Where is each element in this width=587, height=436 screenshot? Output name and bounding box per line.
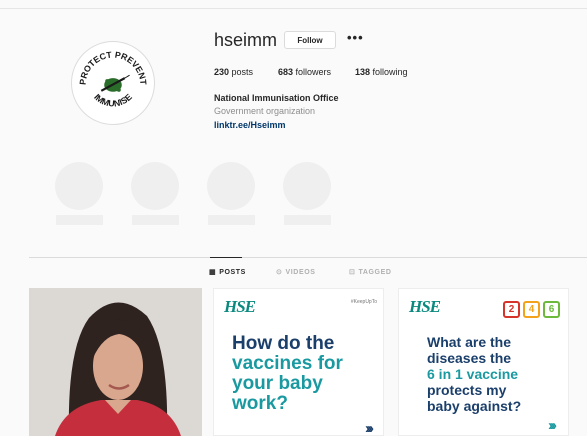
video-icon: ⊙ <box>276 269 283 276</box>
month-badge-4: 4 <box>523 301 540 318</box>
post-hashtag: #KeepUpTo <box>350 299 377 305</box>
highlight-label-placeholder <box>132 215 179 225</box>
active-tab-indicator <box>210 257 242 258</box>
month-badge-2: 2 <box>503 301 520 318</box>
highlight-label-placeholder <box>208 215 255 225</box>
tab-tagged[interactable]: ⊡ TAGGED <box>349 268 392 277</box>
chevron-right-icon: ››› <box>365 420 374 436</box>
month-badge-6: 6 <box>543 301 560 318</box>
protect-prevent-immunise-logo: PROTECT PREVENT IMMUNISE <box>72 42 154 124</box>
headline-line: work? <box>232 393 288 414</box>
highlight-label-placeholder <box>56 215 103 225</box>
highlight-label-placeholder <box>284 215 331 225</box>
tag-icon: ⊡ <box>349 269 356 276</box>
hse-logo: HSE <box>224 297 256 316</box>
tabs-divider <box>29 257 587 258</box>
highlight-placeholder[interactable] <box>55 162 103 210</box>
posts-count: 230 <box>214 67 230 77</box>
followers-stat[interactable]: 683 followers <box>278 67 331 77</box>
profile-link[interactable]: linktr.ee/Hseimm <box>214 120 286 130</box>
headline-line: baby against? <box>427 398 522 414</box>
post-thumbnail-6in1[interactable]: HSE 2 4 6 What are the diseases the 6 in… <box>398 288 569 436</box>
grid-icon: ▦ <box>209 269 217 276</box>
tab-posts-label: POSTS <box>219 268 246 276</box>
following-count: 138 <box>355 67 371 77</box>
profile-category: Government organization <box>214 106 316 116</box>
post-headline: What are the diseases the 6 in 1 vaccine… <box>427 334 521 414</box>
tab-posts[interactable]: ▦ POSTS <box>209 268 246 277</box>
post-thumbnail-vaccines[interactable]: HSE #KeepUpTo How do the vaccines for yo… <box>213 288 384 436</box>
profile-username: hseimm <box>214 30 278 50</box>
tab-tagged-label: TAGGED <box>358 268 392 276</box>
follow-button[interactable]: Follow <box>284 31 336 49</box>
month-badges: 2 4 6 <box>503 301 560 318</box>
hse-logo: HSE <box>409 297 441 316</box>
tab-videos[interactable]: ⊙ VIDEOS <box>276 268 316 277</box>
profile-full-name: National Immunisation Office <box>214 93 339 103</box>
highlight-placeholder[interactable] <box>131 162 179 210</box>
headline-line: your baby <box>232 373 323 394</box>
following-label: following <box>372 67 408 77</box>
portrait-photo <box>29 288 202 436</box>
chevron-right-icon: ››› <box>548 417 557 434</box>
following-stat[interactable]: 138 following <box>355 67 408 77</box>
posts-label: posts <box>231 67 254 77</box>
headline-line: 6 in 1 vaccine <box>427 366 519 382</box>
followers-label: followers <box>295 67 332 77</box>
profile-avatar[interactable]: PROTECT PREVENT IMMUNISE <box>71 41 155 125</box>
tab-videos-label: VIDEOS <box>285 268 316 276</box>
highlight-placeholder[interactable] <box>283 162 331 210</box>
post-thumbnail-photo[interactable] <box>29 288 202 436</box>
headline-line: vaccines for <box>232 353 343 374</box>
post-headline: How do the vaccines for your baby work? <box>232 334 343 414</box>
highlight-placeholder[interactable] <box>207 162 255 210</box>
headline-line: protects my <box>427 382 507 398</box>
headline-line: How do the <box>232 333 335 354</box>
headline-line: What are the <box>427 334 512 350</box>
more-options-icon[interactable]: ••• <box>347 30 364 45</box>
posts-count-stat: 230 posts <box>214 67 253 77</box>
headline-line: diseases the <box>427 350 512 366</box>
followers-count: 683 <box>278 67 294 77</box>
top-divider <box>0 8 587 9</box>
